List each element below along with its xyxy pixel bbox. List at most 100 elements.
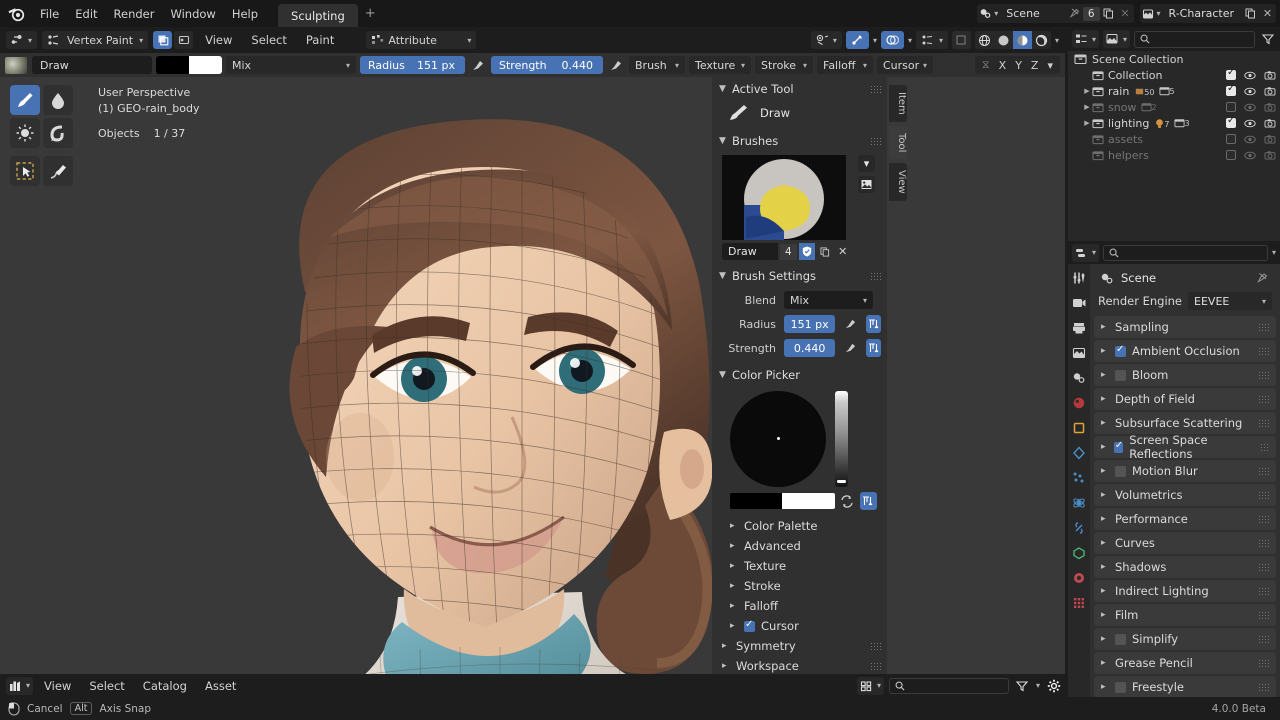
scene-data-icon[interactable] xyxy=(977,5,994,23)
asset-menu-catalog[interactable]: Catalog xyxy=(136,677,194,695)
primary-color-swatch[interactable] xyxy=(156,56,189,74)
outliner-badge-light-icon[interactable]: 7 xyxy=(1154,118,1169,129)
scene-user-count[interactable]: 6 xyxy=(1083,7,1100,21)
add-workspace-button[interactable]: + xyxy=(358,3,383,24)
panel-grip[interactable] xyxy=(1258,683,1269,691)
panel-grip[interactable] xyxy=(870,662,881,670)
property-panel-freestyle[interactable]: ▸Freestyle xyxy=(1094,676,1276,698)
eye-icon[interactable] xyxy=(1244,151,1256,160)
asset-menu-select[interactable]: Select xyxy=(82,677,131,695)
tool-draw[interactable] xyxy=(10,85,40,115)
panel-grip[interactable] xyxy=(1258,659,1269,667)
wireframe-shading-icon[interactable] xyxy=(975,31,994,49)
property-panel-curves[interactable]: ▸Curves xyxy=(1094,532,1276,554)
duplicate-icon[interactable] xyxy=(1100,5,1117,23)
render-engine-dropdown[interactable]: EEVEE ▾ xyxy=(1188,292,1272,310)
color-swatch-pair[interactable] xyxy=(730,493,835,509)
panel-grip[interactable] xyxy=(870,137,881,145)
brushes-panel-header[interactable]: ▼ Brushes xyxy=(712,129,887,153)
radius-unified-icon[interactable] xyxy=(866,315,881,333)
panel-grip[interactable] xyxy=(870,272,881,280)
sidebar-panel-workspace[interactable]: ▸Workspace xyxy=(712,656,887,674)
sidebar-subpanel-color-palette[interactable]: ▸Color Palette xyxy=(712,516,887,536)
radius-pressure-icon[interactable] xyxy=(469,56,487,74)
output-tab-icon[interactable] xyxy=(1070,320,1088,336)
color-swatches[interactable] xyxy=(156,56,222,74)
subpanel-checkbox[interactable] xyxy=(744,621,755,632)
sidebar-tab-tool[interactable]: Tool xyxy=(889,126,907,159)
outliner-row-lighting[interactable]: ▶lighting73 xyxy=(1068,115,1280,131)
property-panel-depth-of-field[interactable]: ▸Depth of Field xyxy=(1094,388,1276,410)
asset-menu-view[interactable]: View xyxy=(37,677,78,695)
pin-icon[interactable] xyxy=(1066,5,1083,23)
property-panel-film[interactable]: ▸Film xyxy=(1094,604,1276,626)
panel-grip[interactable] xyxy=(1258,611,1269,619)
menu-render[interactable]: Render xyxy=(106,4,163,24)
active-tool-row[interactable]: Draw xyxy=(712,101,887,129)
paint-mask-face-icon[interactable] xyxy=(174,31,193,49)
texture-tab-icon[interactable] xyxy=(1070,595,1088,611)
strength-pressure-icon[interactable] xyxy=(607,56,625,74)
panel-grip[interactable] xyxy=(1258,515,1269,523)
panel-grip[interactable] xyxy=(1258,539,1269,547)
sidebar-radius-slider[interactable]: 151 px xyxy=(784,315,835,333)
brush-close-icon[interactable]: ✕ xyxy=(835,243,851,260)
expand-triangle-icon[interactable]: ▶ xyxy=(1082,119,1092,127)
viewport-menu-select[interactable]: Select xyxy=(244,31,293,49)
property-panel-bloom[interactable]: ▸Bloom xyxy=(1094,364,1276,386)
property-panel-shadows[interactable]: ▸Shadows xyxy=(1094,556,1276,578)
overlays-icon[interactable] xyxy=(881,31,904,49)
outliner-row-Collection[interactable]: Collection xyxy=(1068,67,1280,83)
eye-icon[interactable] xyxy=(1244,71,1256,80)
expand-triangle-icon[interactable]: ▶ xyxy=(1082,103,1092,111)
panel-checkbox[interactable] xyxy=(1115,682,1126,693)
outliner-checkbox[interactable] xyxy=(1226,70,1236,80)
outliner-row-helpers[interactable]: helpers xyxy=(1068,147,1280,163)
menu-file[interactable]: File xyxy=(32,4,67,24)
outliner-badge-collection-icon[interactable]: 5 xyxy=(1159,86,1174,96)
primary-color-swatch[interactable] xyxy=(730,493,782,509)
panel-grip[interactable] xyxy=(1258,395,1269,403)
scene-name[interactable]: Scene xyxy=(998,7,1066,20)
tool-box-select[interactable] xyxy=(10,156,40,186)
swap-colors-icon[interactable] xyxy=(839,492,856,510)
property-panel-screen-space-reflections[interactable]: ▸Screen Space Reflections xyxy=(1094,436,1276,458)
symmetry-axis-x[interactable]: X xyxy=(995,59,1011,72)
outliner-row-assets[interactable]: assets xyxy=(1068,131,1280,147)
brush-user-count[interactable]: 4 xyxy=(780,244,797,260)
filter-id-icon[interactable]: ▾ xyxy=(1103,30,1130,48)
color-picker-panel-header[interactable]: ▼ Color Picker xyxy=(712,363,887,387)
property-panel-simplify[interactable]: ▸Simplify xyxy=(1094,628,1276,650)
brush-selector[interactable]: Draw xyxy=(5,56,152,74)
strength-unified-icon[interactable] xyxy=(866,339,881,357)
modifier-tab-icon[interactable] xyxy=(1070,445,1088,461)
solid-shading-icon[interactable] xyxy=(994,31,1013,49)
eye-icon[interactable] xyxy=(1244,87,1256,96)
filter-funnel-icon[interactable] xyxy=(1014,677,1031,695)
camera-icon[interactable] xyxy=(1264,102,1276,112)
outliner-checkbox[interactable] xyxy=(1226,102,1236,112)
outliner-badge-mesh-data-icon[interactable]: 50 xyxy=(1134,86,1154,97)
panel-checkbox[interactable] xyxy=(1115,370,1126,381)
menu-help[interactable]: Help xyxy=(224,4,266,24)
proportional-edit-icon[interactable]: ▾ xyxy=(916,31,948,49)
particles-tab-icon[interactable] xyxy=(1070,470,1088,486)
menu-edit[interactable]: Edit xyxy=(67,4,105,24)
blend-mode-dropdown[interactable]: Mix ▾ xyxy=(226,56,356,74)
outliner-display-icon[interactable]: ▾ xyxy=(1072,30,1099,48)
scene-selector[interactable]: ▾ Scene 6 ✕ xyxy=(977,4,1133,23)
panel-checkbox[interactable] xyxy=(1115,634,1126,645)
sidebar-subpanel-falloff[interactable]: ▸Falloff xyxy=(712,596,887,616)
panel-grip[interactable] xyxy=(1258,563,1269,571)
radius-pressure-icon[interactable] xyxy=(843,315,858,333)
editor-type-icon[interactable]: ▾ xyxy=(6,31,37,49)
constraints-tab-icon[interactable] xyxy=(1070,520,1088,536)
camera-icon[interactable] xyxy=(1264,70,1276,80)
data-tab-icon[interactable] xyxy=(1070,545,1088,561)
property-panel-motion-blur[interactable]: ▸Motion Blur xyxy=(1094,460,1276,482)
eye-icon[interactable] xyxy=(1244,103,1256,112)
material-shading-icon[interactable] xyxy=(1013,31,1032,49)
filter-chevron-icon[interactable]: ▾ xyxy=(1036,681,1040,690)
panel-grip[interactable] xyxy=(1258,347,1269,355)
outliner-checkbox[interactable] xyxy=(1226,150,1236,160)
